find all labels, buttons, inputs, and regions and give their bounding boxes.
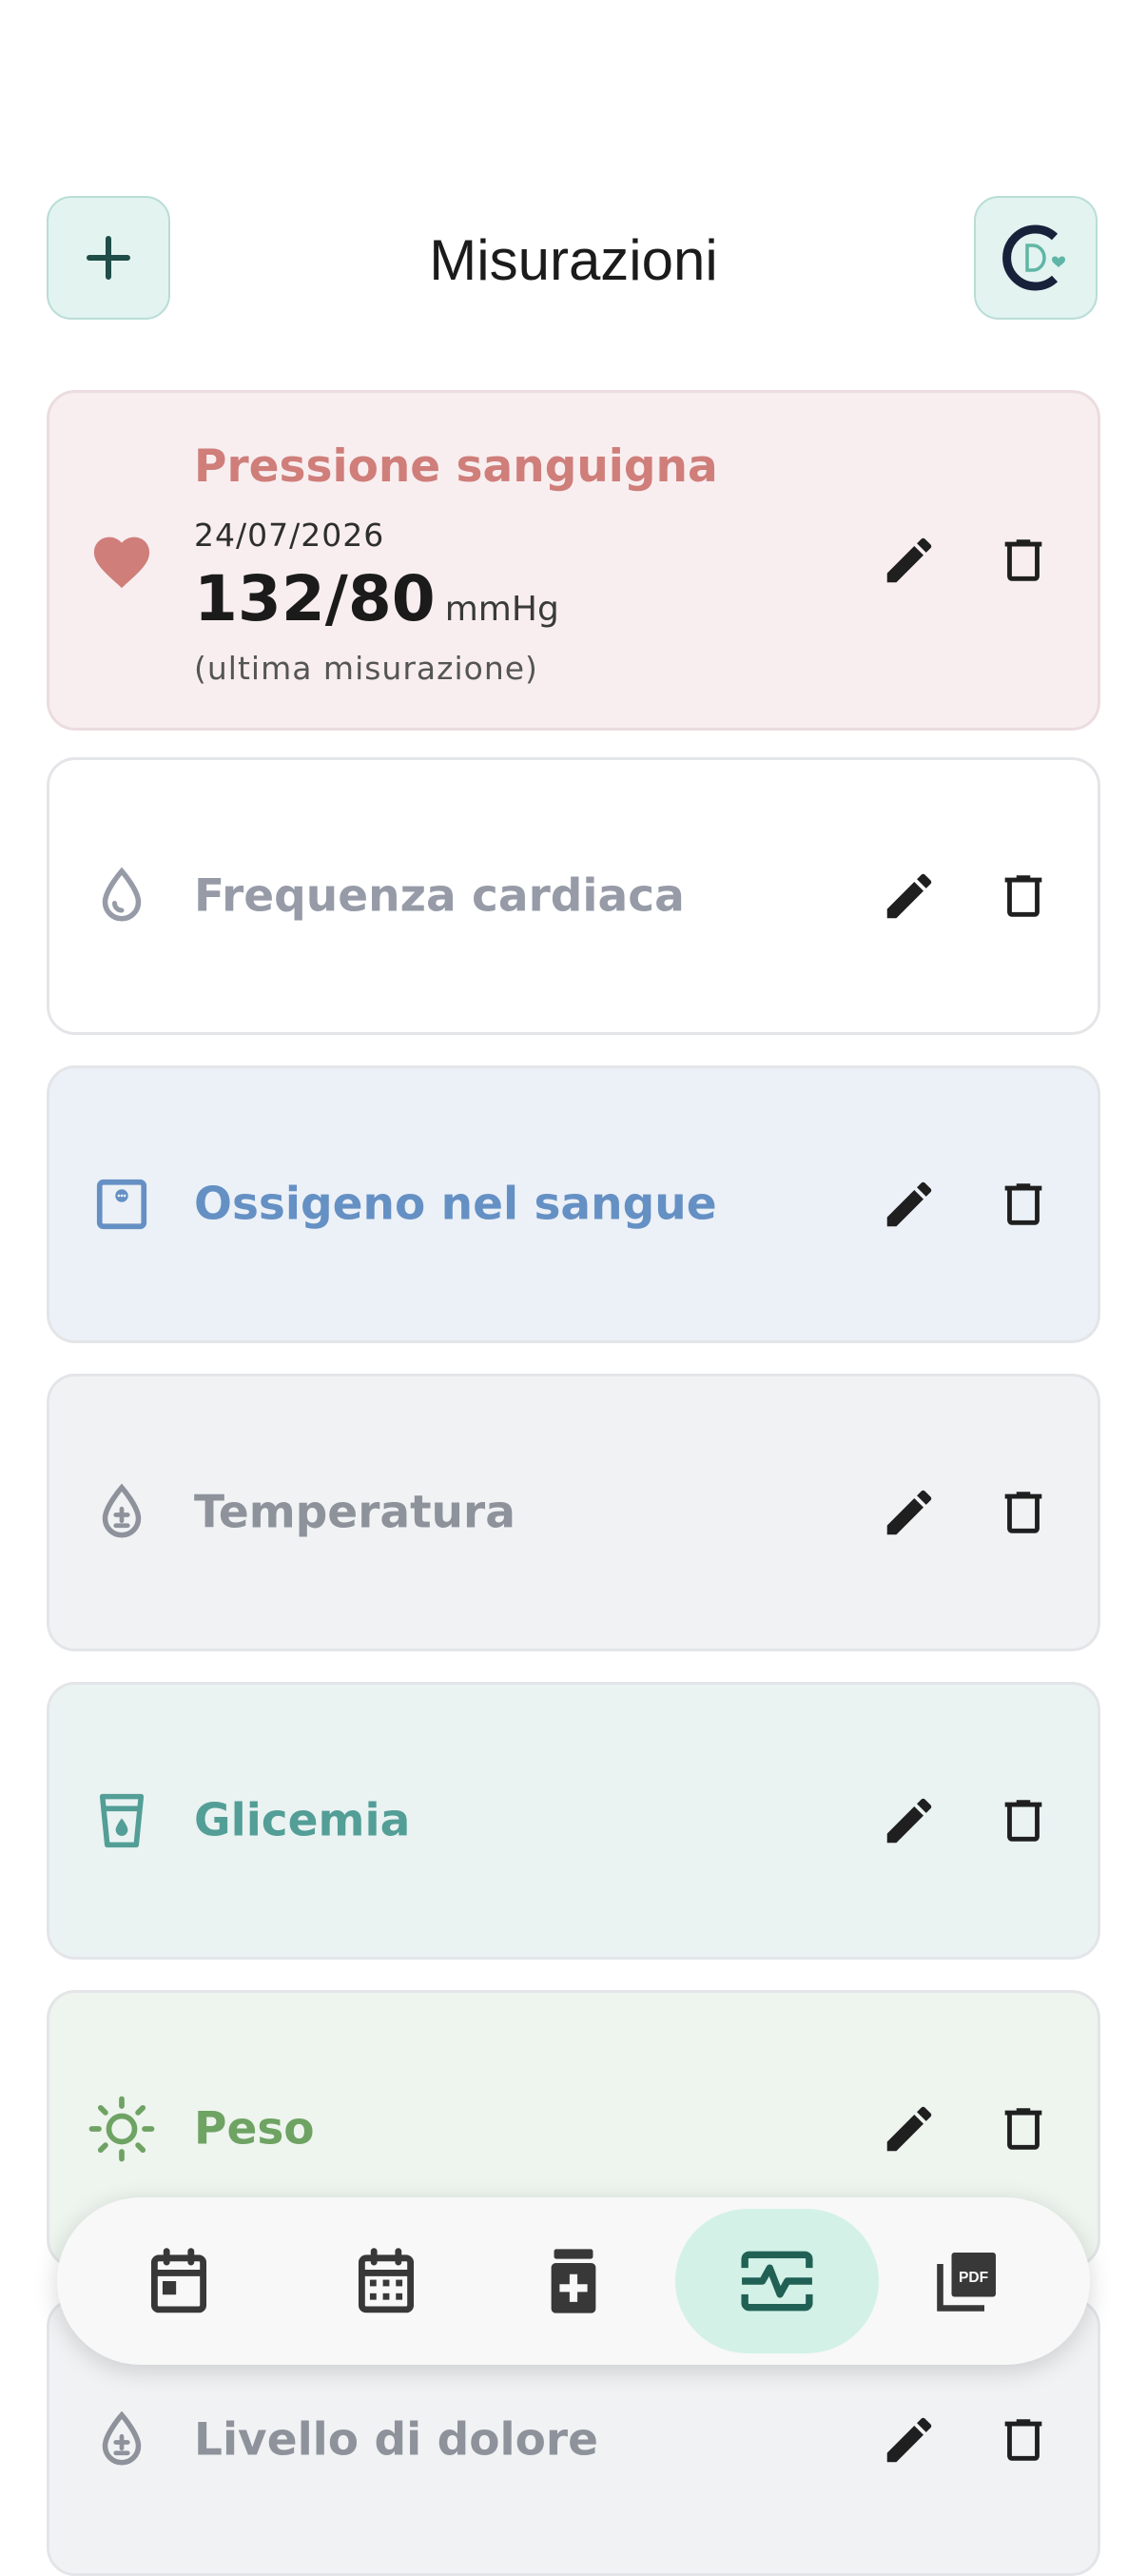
measurement-card-glucose[interactable]: Glicemia — [47, 1682, 1100, 1960]
edit-button[interactable] — [873, 2404, 945, 2476]
edit-button[interactable] — [873, 1168, 945, 1240]
trash-icon — [1004, 1492, 1042, 1533]
pencil-icon — [886, 2417, 932, 2463]
oximeter-icon — [87, 1170, 156, 1239]
pencil-icon — [886, 1490, 932, 1535]
delete-button[interactable] — [987, 2404, 1060, 2476]
measurement-name: Glicemia — [194, 1794, 411, 1847]
monitor-heart-icon — [741, 2251, 813, 2312]
measurement-card-blood-pressure[interactable]: Pressione sanguigna 24/07/2026 132/80 mmH… — [47, 390, 1100, 731]
card-actions — [873, 1785, 1060, 1857]
nav-pdf-export[interactable]: PDF — [865, 2209, 1069, 2353]
water-drop-icon — [87, 862, 156, 930]
edit-button[interactable] — [873, 1785, 945, 1857]
card-actions — [873, 1168, 1060, 1240]
glucose-cup-icon — [87, 1786, 156, 1855]
measurement-name: Temperatura — [194, 1486, 515, 1539]
measurement-name: Frequenza cardiaca — [194, 869, 685, 923]
pencil-icon — [886, 873, 932, 919]
delete-button[interactable] — [987, 1785, 1060, 1857]
nav-measurements[interactable] — [675, 2209, 879, 2353]
measurement-value-row: 132/80 mmHg — [194, 562, 559, 635]
bottom-navbar: PDF — [57, 2197, 1090, 2365]
trash-icon — [1004, 1183, 1042, 1225]
delete-button[interactable] — [987, 2093, 1060, 2165]
card-actions — [873, 524, 1060, 596]
measurement-name: Ossigeno nel sangue — [194, 1178, 717, 1231]
edit-button[interactable] — [873, 1476, 945, 1549]
measurement-card-heart-rate[interactable]: Frequenza cardiaca — [47, 757, 1100, 1035]
header: Misurazioni — [0, 196, 1147, 323]
measurement-unit: mmHg — [444, 590, 559, 629]
pain-drop-icon — [87, 2406, 156, 2474]
pencil-icon — [886, 1798, 932, 1844]
card-actions — [873, 2093, 1060, 2165]
edit-button[interactable] — [873, 860, 945, 932]
measurement-card-blood-oxygen[interactable]: Ossigeno nel sangue — [47, 1065, 1100, 1343]
measurement-card-temperature[interactable]: Temperatura — [47, 1374, 1100, 1651]
trash-icon — [1004, 539, 1042, 581]
medication-icon — [551, 2249, 596, 2313]
heart-icon — [87, 526, 156, 595]
nav-medications[interactable] — [472, 2209, 675, 2353]
trash-icon — [1004, 2108, 1042, 2150]
edit-button[interactable] — [873, 2093, 945, 2165]
thermometer-drop-icon — [87, 1478, 156, 1547]
nav-monthly-calendar[interactable] — [284, 2209, 488, 2353]
edit-button[interactable] — [873, 524, 945, 596]
measurement-name: Pressione sanguigna — [194, 440, 718, 493]
pencil-icon — [886, 1181, 932, 1227]
measurement-date: 24/07/2026 — [194, 517, 385, 554]
card-actions — [873, 860, 1060, 932]
measurement-name: Peso — [194, 2102, 315, 2156]
calendar-day-icon — [150, 2248, 207, 2313]
sun-icon — [87, 2095, 156, 2163]
card-actions — [873, 2404, 1060, 2476]
nav-daily-calendar[interactable] — [77, 2209, 281, 2353]
trash-icon — [1004, 1800, 1042, 1842]
measurement-note: (ultima misurazione) — [194, 650, 538, 687]
measurement-value: 132/80 — [194, 562, 436, 635]
trash-icon — [1004, 2419, 1042, 2461]
pdf-icon: PDF — [937, 2253, 996, 2312]
calendar-month-icon — [358, 2248, 415, 2313]
profile-logo-button[interactable] — [974, 196, 1098, 320]
card-actions — [873, 1476, 1060, 1549]
delete-button[interactable] — [987, 1168, 1060, 1240]
pencil-icon — [886, 2106, 932, 2152]
app-logo-icon — [1002, 224, 1065, 291]
svg-text:PDF: PDF — [959, 2270, 988, 2286]
trash-icon — [1004, 875, 1042, 917]
pencil-icon — [886, 537, 932, 583]
delete-button[interactable] — [987, 1476, 1060, 1549]
delete-button[interactable] — [987, 860, 1060, 932]
measurement-name: Livello di dolore — [194, 2413, 598, 2467]
delete-button[interactable] — [987, 524, 1060, 596]
